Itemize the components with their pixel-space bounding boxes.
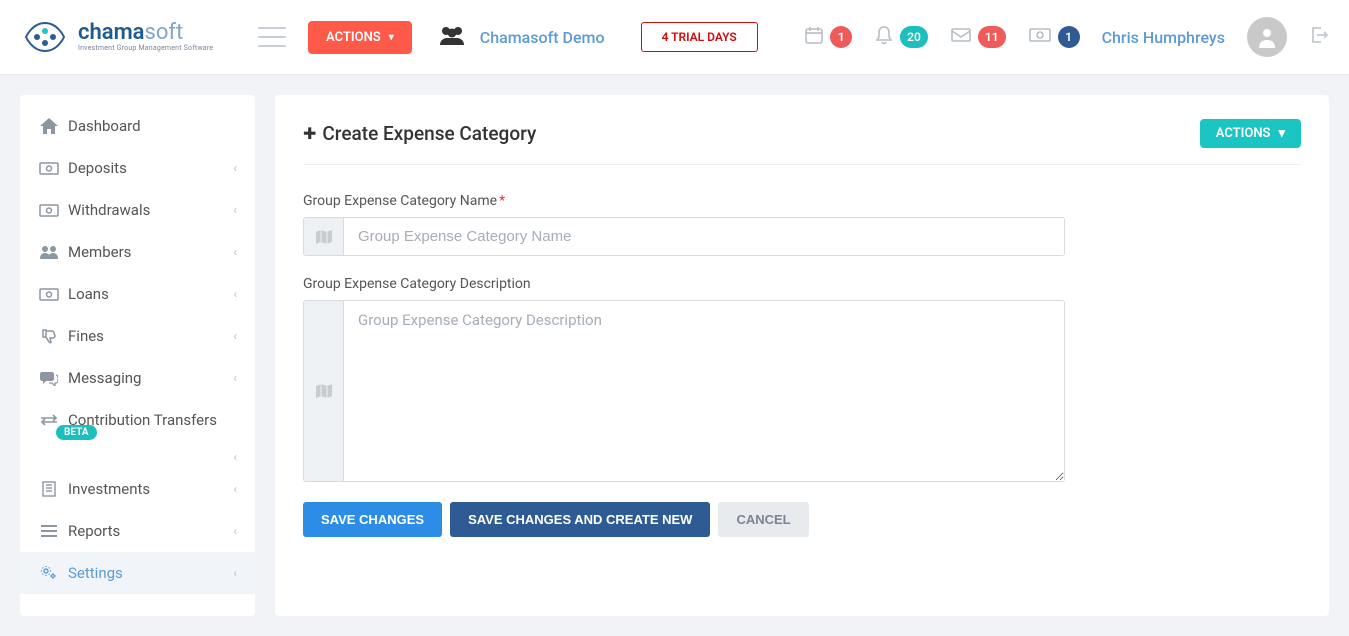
chat-icon <box>38 370 60 386</box>
sidebar-item-fines[interactable]: Fines ‹ <box>20 315 255 357</box>
users-icon <box>38 245 60 259</box>
thumbs-down-icon <box>38 328 60 344</box>
save-and-new-button[interactable]: SAVE CHANGES AND CREATE NEW <box>450 502 710 537</box>
header-right: 1 20 11 1 Chris Humphreys <box>804 17 1329 57</box>
sidebar-item-label: Deposits <box>68 159 233 177</box>
cancel-button[interactable]: CANCEL <box>718 502 808 537</box>
bell-notification[interactable]: 20 <box>874 25 928 49</box>
brand-subtitle: Investment Group Management Software <box>78 44 213 52</box>
sidebar-item-label: Fines <box>68 327 233 345</box>
sidebar-item-messaging[interactable]: Messaging ‹ <box>20 357 255 399</box>
sidebar-item-label: Members <box>68 243 233 261</box>
mail-icon <box>950 26 972 48</box>
sidebar-item-dashboard[interactable]: Dashboard <box>20 105 255 147</box>
beta-badge: BETA <box>56 425 97 440</box>
logo-area[interactable]: chamasoft Investment Group Management So… <box>20 19 250 55</box>
wallet-notification[interactable]: 1 <box>1028 26 1080 48</box>
mail-notification[interactable]: 11 <box>950 26 1006 48</box>
sidebar-toggle[interactable] <box>258 27 286 47</box>
chevron-left-icon: ‹ <box>233 287 237 301</box>
users-icon <box>438 25 466 49</box>
transfer-icon <box>38 414 60 426</box>
sidebar-item-investments[interactable]: Investments ‹ <box>20 468 255 510</box>
category-desc-input-group <box>303 300 1065 482</box>
money-icon <box>1028 27 1052 47</box>
page-title: ✚ Create Expense Category <box>303 122 536 145</box>
sidebar: Dashboard Deposits ‹ Withdrawals ‹ Membe… <box>20 95 255 616</box>
page-actions-label: ACTIONS <box>1216 126 1271 141</box>
sidebar-item-label: Messaging <box>68 369 233 387</box>
top-actions-label: ACTIONS <box>326 30 381 45</box>
group-name: Chamasoft Demo <box>480 28 605 47</box>
sidebar-item-reports[interactable]: Reports ‹ <box>20 510 255 552</box>
map-icon <box>304 218 344 255</box>
sidebar-item-withdrawals[interactable]: Withdrawals ‹ <box>20 189 255 231</box>
sidebar-item-deposits[interactable]: Deposits ‹ <box>20 147 255 189</box>
page-actions-dropdown[interactable]: ACTIONS ▾ <box>1200 119 1301 148</box>
chevron-left-icon: ‹ <box>233 482 237 496</box>
sidebar-item-label: Withdrawals <box>68 201 233 219</box>
category-name-label: Group Expense Category Name* <box>303 193 1065 209</box>
home-icon <box>38 118 60 134</box>
chevron-left-icon: ‹ <box>233 161 237 175</box>
chevron-left-icon: ‹ <box>233 524 237 538</box>
save-button[interactable]: SAVE CHANGES <box>303 502 442 537</box>
chevron-down-icon: ▾ <box>1278 126 1285 141</box>
sidebar-item-members[interactable]: Members ‹ <box>20 231 255 273</box>
calendar-notification[interactable]: 1 <box>804 25 852 49</box>
chevron-left-icon: ‹ <box>233 203 237 217</box>
building-icon <box>38 481 60 497</box>
category-name-input[interactable] <box>344 218 1064 255</box>
plus-icon: ✚ <box>303 124 316 143</box>
sidebar-item-settings[interactable]: Settings ‹ <box>20 552 255 594</box>
list-icon <box>38 525 60 537</box>
money-icon <box>38 162 60 175</box>
category-name-input-group <box>303 217 1065 256</box>
map-icon <box>304 301 344 481</box>
sidebar-item-loans[interactable]: Loans ‹ <box>20 273 255 315</box>
trial-badge[interactable]: 4 TRIAL DAYS <box>641 22 758 52</box>
bell-icon <box>874 25 894 49</box>
chevron-left-icon: ‹ <box>233 450 237 464</box>
chevron-left-icon: ‹ <box>233 371 237 385</box>
app-header: chamasoft Investment Group Management So… <box>0 0 1349 75</box>
money-icon <box>38 288 60 301</box>
sidebar-item-label: Dashboard <box>68 117 237 135</box>
cogs-icon <box>38 565 60 581</box>
avatar[interactable] <box>1247 17 1287 57</box>
top-actions-dropdown[interactable]: ACTIONS ▾ <box>308 21 412 54</box>
calendar-icon <box>804 25 824 49</box>
logout-icon[interactable] <box>1309 25 1329 49</box>
group-selector[interactable]: Chamasoft Demo <box>438 25 605 49</box>
brand-text: chamasoft <box>78 22 213 44</box>
sidebar-item-label: Reports <box>68 522 233 540</box>
user-name[interactable]: Chris Humphreys <box>1102 28 1225 47</box>
chevron-left-icon: ‹ <box>233 329 237 343</box>
chevron-down-icon: ▾ <box>389 32 394 43</box>
logo-icon <box>20 19 70 55</box>
sidebar-item-label: Investments <box>68 480 233 498</box>
category-desc-textarea[interactable] <box>344 301 1064 481</box>
sidebar-item-label: Settings <box>68 564 233 582</box>
money-icon <box>38 204 60 217</box>
category-desc-label: Group Expense Category Description <box>303 276 1065 292</box>
chevron-left-icon: ‹ <box>233 566 237 580</box>
chevron-left-icon: ‹ <box>233 245 237 259</box>
sidebar-item-label: Loans <box>68 285 233 303</box>
content-panel: ✚ Create Expense Category ACTIONS ▾ Grou… <box>275 95 1329 616</box>
sidebar-item-contribution-transfers[interactable]: Contribution Transfers BETA ‹ <box>20 399 255 468</box>
